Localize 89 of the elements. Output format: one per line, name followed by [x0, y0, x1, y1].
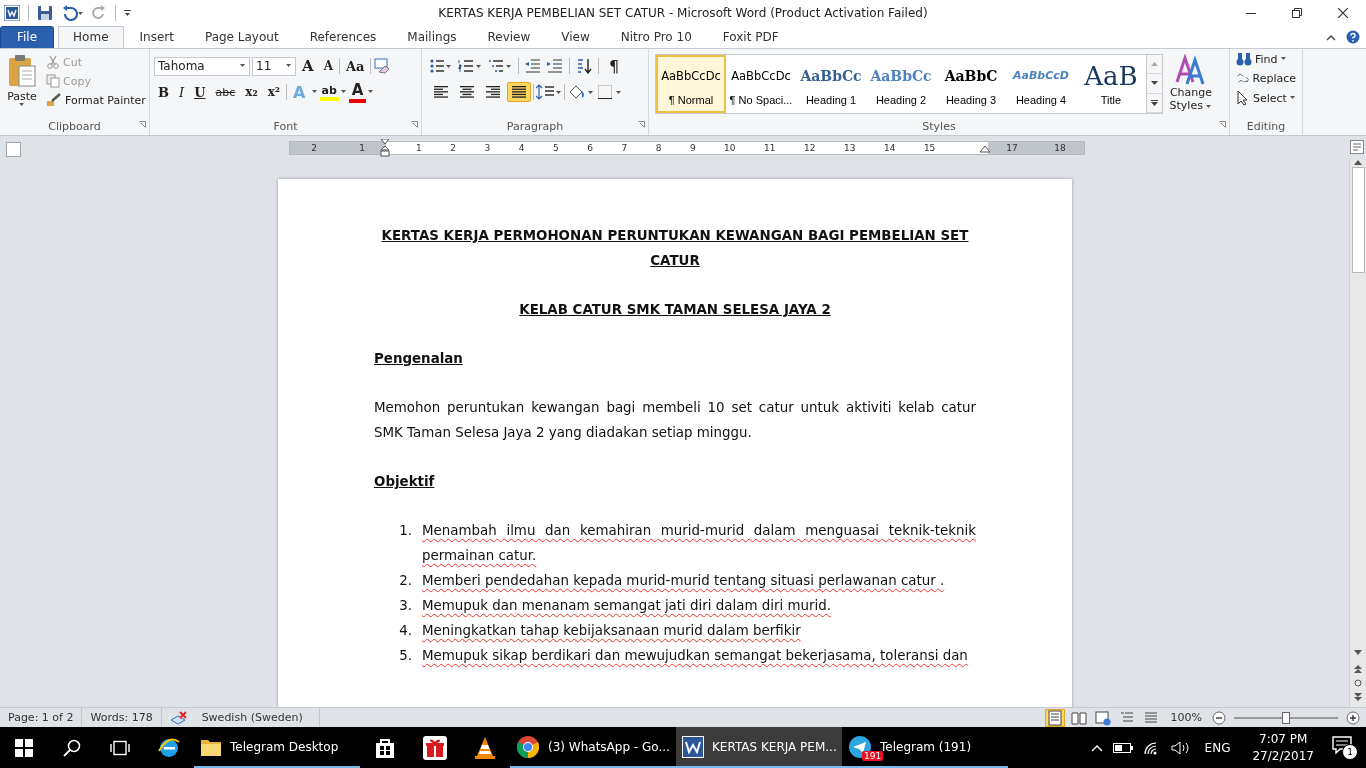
ruler-number: 15: [923, 143, 936, 153]
color-button[interactable]: A: [348, 81, 367, 103]
bold-button[interactable]: B: [154, 83, 173, 101]
list-item-text: Memupuk dan menanam semangat jati diri dalam diri murid.: [422, 597, 832, 615]
shrink-font-button[interactable]: A: [319, 58, 337, 74]
ruler-number: 3: [484, 143, 491, 153]
zoom-level[interactable]: 100%: [1164, 711, 1208, 724]
group-label: Font: [273, 120, 298, 133]
ruler-number: 12: [804, 143, 816, 153]
ribbon-tab[interactable]: Page Layout: [189, 26, 294, 48]
list-item-text: Memupuk sikap berdikari dan mewujudkan semangat bekerjasama, toleransi dan: [422, 647, 969, 665]
ruler-number: 14: [883, 143, 896, 153]
font-size-field[interactable]: 11: [252, 56, 296, 76]
ribbon-tab[interactable]: References: [294, 26, 392, 48]
list-item-text: Menambah ilmu dan kemahiran murid-murid dalam menguasai teknik-teknik permainan catur.: [422, 522, 976, 565]
word-count[interactable]: Words: 178: [90, 711, 153, 724]
highlight-button[interactable]: ab: [319, 83, 339, 101]
action-center-button[interactable]: 1: [1332, 735, 1358, 760]
window-title: KERTAS KERJA PEMBELIAN SET CATUR - Microsoft Word (Product Activation Failed): [438, 6, 928, 20]
ruler-number: 5: [552, 143, 559, 153]
group-label: Styles: [922, 120, 956, 133]
ruler-number: 9: [689, 143, 696, 153]
style-option[interactable]: AaBbCc Heading 1: [796, 55, 866, 113]
ribbon-tab[interactable]: Home: [58, 26, 124, 48]
ruler-number: 2: [311, 143, 317, 153]
paste-button[interactable]: Paste: [4, 52, 40, 118]
list-number: 5.: [398, 647, 413, 665]
font-name-field[interactable]: Tahoma: [154, 56, 250, 76]
taskbar-app[interactable]: Telegram (191) 191: [842, 727, 1008, 768]
list-number: 2.: [398, 572, 413, 590]
group-label: Editing: [1246, 120, 1286, 133]
ruler-number: 18: [1054, 143, 1066, 153]
find-button[interactable]: Find: [1234, 51, 1298, 67]
style-option[interactable]: AaBbCc Heading 2: [866, 55, 936, 113]
ribbon-tab[interactable]: Insert: [124, 26, 189, 48]
page-count[interactable]: Page: 1 of 2: [8, 711, 74, 724]
body-paragraph: Memohon peruntukan kewangan bagi membeli 10 set catur untuk aktiviti kelab catur SMK Taman Selesa Jaya 2 yang diadakan setiap minggu.: [374, 399, 976, 442]
sub-button[interactable]: x₂: [241, 84, 262, 100]
sup-button[interactable]: x²: [263, 84, 285, 100]
change-styles-button[interactable]: Change Styles: [1165, 52, 1217, 118]
ruler-number: 10: [724, 143, 736, 153]
format-painter-button[interactable]: Format Painter: [44, 92, 148, 108]
ruler-number: 8: [655, 143, 662, 153]
ruler-number: 7: [621, 143, 628, 153]
ruler-number: 13: [843, 143, 856, 153]
clock[interactable]: 7:07 PM 27/2/2017: [1244, 730, 1322, 765]
section-heading: Objektif: [374, 473, 436, 491]
ribbon-tab[interactable]: View: [546, 26, 605, 48]
group-label: Paragraph: [506, 120, 564, 133]
ruler-number: 17: [1006, 143, 1018, 153]
taskbar-app[interactable]: Telegram Desktop: [194, 727, 360, 768]
style-option[interactable]: AaBbCcDc ¶ Normal: [656, 55, 726, 113]
case-font-button[interactable]: Aa: [341, 57, 369, 75]
ruler-number: 1: [359, 143, 365, 153]
style-option[interactable]: AaBbCcD Heading 4: [1006, 55, 1076, 113]
list-item-text: Memberi pendedahan kepada murid-murid tentang situasi perlawanan catur .: [422, 572, 946, 590]
group-label: Clipboard: [48, 120, 101, 133]
taskbar-app[interactable]: KERTAS KERJA PEM...: [676, 727, 842, 768]
ruler-number: 1: [416, 143, 422, 153]
ruler-number: 2: [450, 143, 456, 153]
show-formatting-button[interactable]: ¶: [605, 55, 624, 77]
ribbon-tab[interactable]: Review: [472, 26, 546, 48]
list-item-text: Meningkatkan tahap kebijaksanaan murid dalam berfikir: [422, 622, 802, 640]
section-heading: Pengenalan: [374, 350, 464, 368]
document-title: KELAB CATUR SMK TAMAN SELESA JAYA 2: [518, 301, 832, 319]
ruler-number: 6: [587, 143, 593, 153]
list-number: 1.: [398, 522, 413, 540]
strike-button[interactable]: abc: [211, 84, 240, 100]
list-number: 3.: [398, 597, 413, 615]
style-option[interactable]: AaBbC Heading 3: [936, 55, 1006, 113]
style-option[interactable]: AaBbCcDc ¶ No Spaci...: [726, 55, 796, 113]
select-button[interactable]: Select: [1234, 89, 1298, 107]
unread-badge: 191: [862, 751, 884, 761]
underline-button[interactable]: U: [190, 83, 210, 101]
ruler-number: 4: [518, 143, 525, 153]
ribbon-tab[interactable]: Foxit PDF: [707, 26, 794, 48]
ribbon-tab[interactable]: Mailings: [392, 26, 472, 48]
list-number: 4.: [398, 622, 413, 640]
grow-font-button[interactable]: A: [298, 56, 318, 76]
taskbar-app[interactable]: (3) WhatsApp - Go...: [510, 727, 676, 768]
ribbon-tab[interactable]: File: [0, 26, 55, 48]
document-title: KERTAS KERJA PERMOHONAN PERUNTUKAN KEWANGAN BAGI PEMBELIAN SET CATUR: [380, 227, 970, 270]
italic-button[interactable]: I: [175, 83, 189, 101]
ribbon-tab[interactable]: Nitro Pro 10: [605, 26, 707, 48]
style-option[interactable]: AaB Title: [1076, 55, 1146, 113]
replace-button[interactable]: Replace: [1234, 69, 1298, 87]
ruler-number: 11: [764, 143, 776, 153]
input-language[interactable]: ENG: [1200, 740, 1235, 755]
language-indicator[interactable]: Swedish (Sweden): [193, 711, 311, 724]
